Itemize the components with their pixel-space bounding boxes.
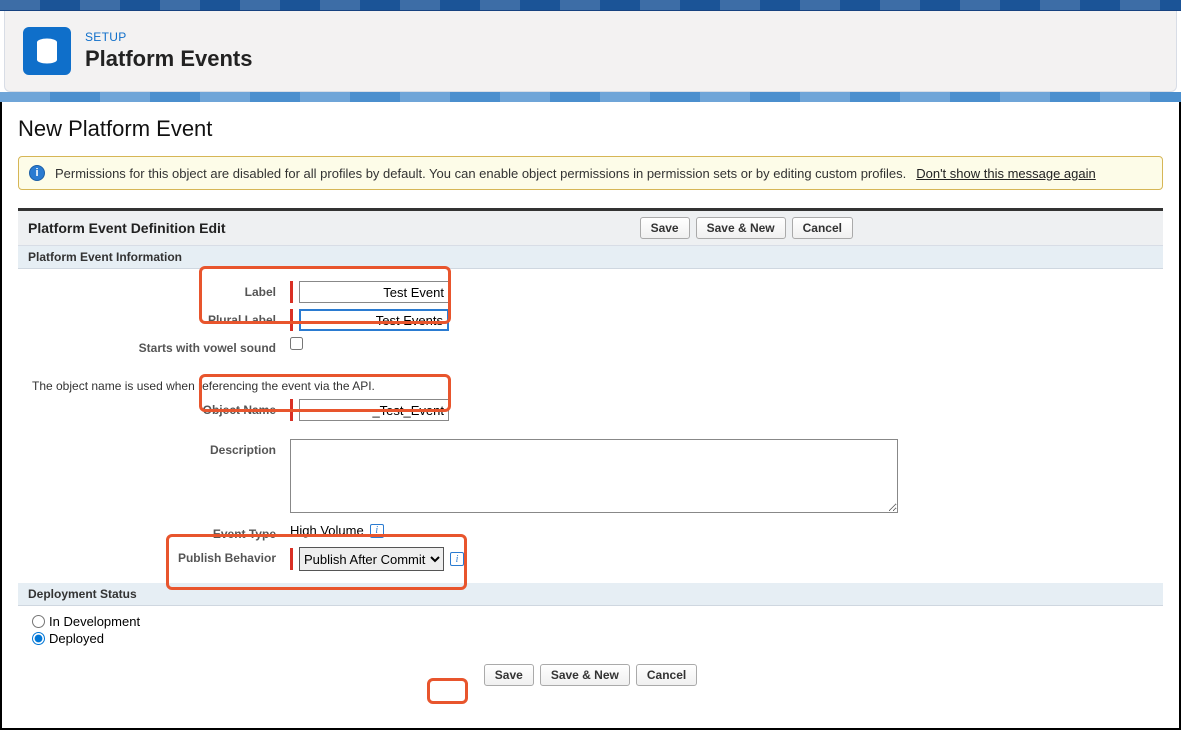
plural-label-input[interactable]	[299, 309, 449, 331]
save-button[interactable]: Save	[640, 217, 690, 239]
radio-in-development[interactable]: In Development	[32, 614, 1149, 629]
info-icon: i	[29, 165, 45, 181]
required-indicator	[290, 281, 293, 303]
pattern-strip	[0, 92, 1181, 102]
cancel-button-bottom[interactable]: Cancel	[636, 664, 697, 686]
label-description: Description	[32, 439, 290, 457]
object-name-input[interactable]	[299, 399, 449, 421]
page-header-title: Platform Events	[85, 46, 253, 72]
cancel-button[interactable]: Cancel	[792, 217, 853, 239]
save-new-button[interactable]: Save & New	[696, 217, 786, 239]
label-input[interactable]	[299, 281, 449, 303]
permission-info: i Permissions for this object are disabl…	[18, 156, 1163, 190]
breadcrumb: SETUP	[85, 30, 253, 44]
help-icon[interactable]: i	[370, 524, 384, 538]
definition-edit-title: Platform Event Definition Edit	[28, 220, 226, 236]
page-title: New Platform Event	[18, 116, 1163, 142]
save-button-bottom[interactable]: Save	[484, 664, 534, 686]
page-body: New Platform Event i Permissions for thi…	[0, 102, 1181, 730]
label-label: Label	[32, 281, 290, 299]
vowel-checkbox[interactable]	[290, 337, 303, 350]
required-indicator	[290, 399, 293, 421]
platform-events-icon	[23, 27, 71, 75]
section-information: Platform Event Information	[18, 246, 1163, 269]
info-text: Permissions for this object are disabled…	[55, 166, 906, 181]
dismiss-link[interactable]: Don't show this message again	[916, 166, 1096, 181]
publish-behavior-select[interactable]: Publish After Commit	[299, 547, 444, 571]
api-note: The object name is used when referencing…	[32, 379, 1163, 393]
section-deployment: Deployment Status	[18, 583, 1163, 606]
required-indicator	[290, 309, 293, 331]
required-indicator	[290, 548, 293, 570]
form: Platform Event Definition Edit Save Save…	[18, 208, 1163, 696]
label-event-type: Event Type	[32, 523, 290, 541]
label-publish-behavior: Publish Behavior	[32, 547, 290, 565]
save-new-button-bottom[interactable]: Save & New	[540, 664, 630, 686]
page-header: SETUP Platform Events	[4, 11, 1177, 92]
radio-deployed[interactable]: Deployed	[32, 631, 1149, 646]
event-type-value: High Volume	[290, 523, 364, 538]
help-icon[interactable]: i	[450, 552, 464, 566]
label-object-name: Object Name	[32, 399, 290, 417]
definition-edit-bar: Platform Event Definition Edit Save Save…	[18, 211, 1163, 246]
label-vowel: Starts with vowel sound	[32, 337, 290, 355]
label-plural: Plural Label	[32, 309, 290, 327]
description-input[interactable]	[290, 439, 898, 513]
top-pattern	[0, 0, 1181, 11]
